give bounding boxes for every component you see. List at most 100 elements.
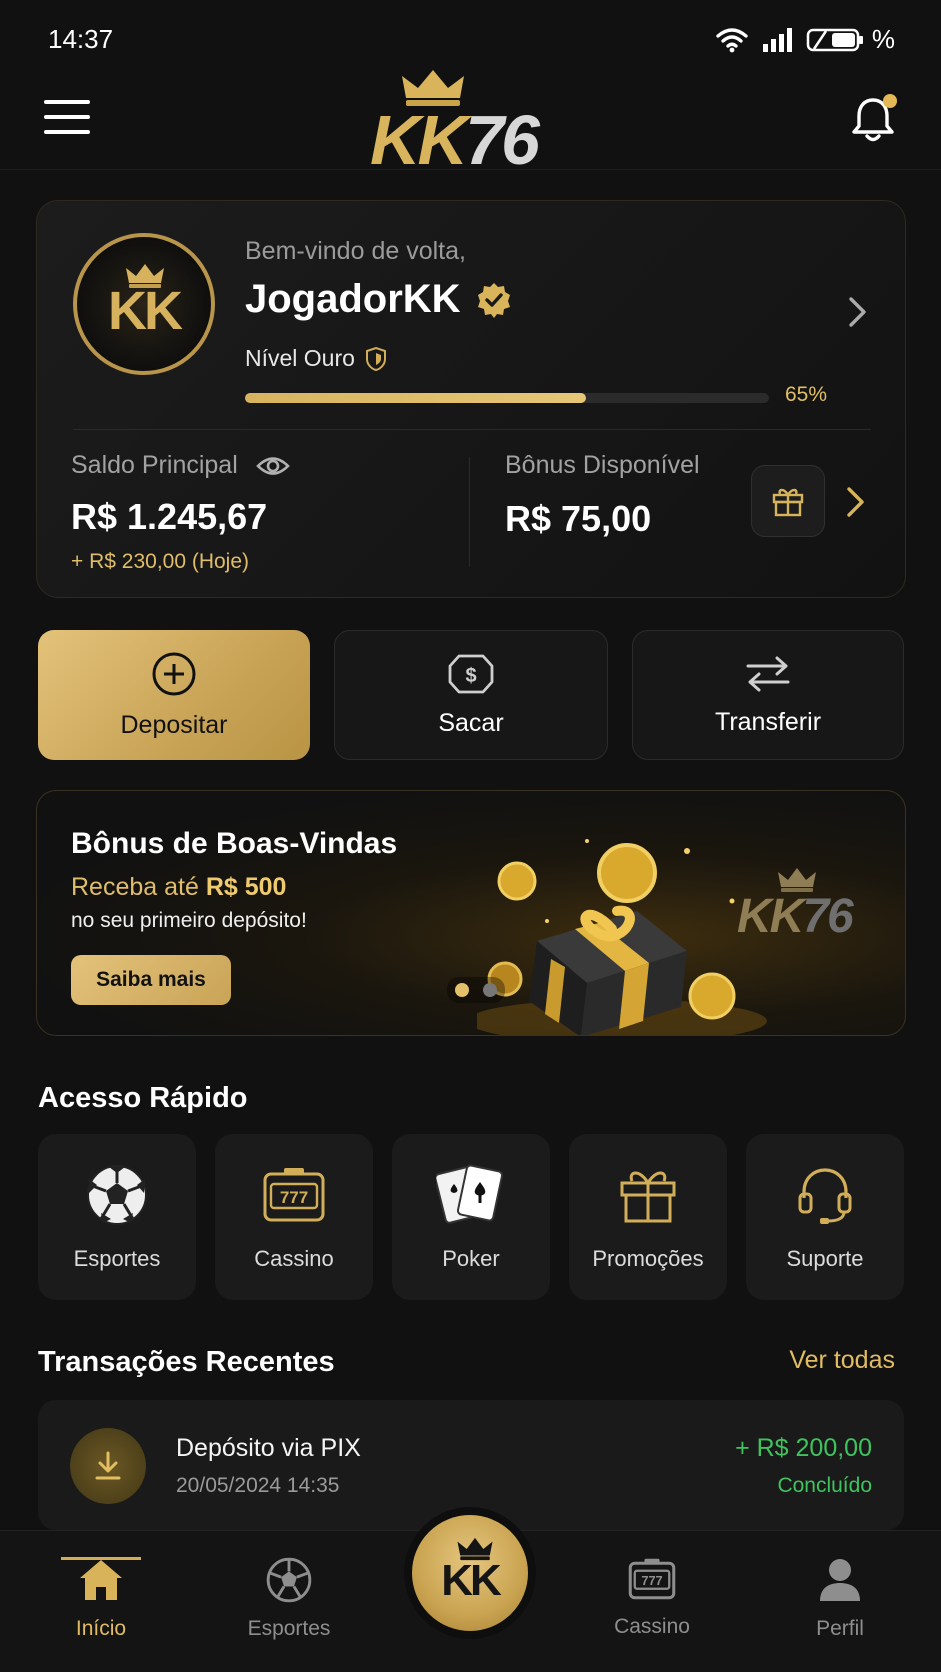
bonus-label: Bônus Disponível bbox=[505, 451, 700, 479]
logo-number: 76 bbox=[465, 101, 540, 179]
slot-machine-icon: 777 bbox=[263, 1168, 325, 1222]
nav-label: Esportes bbox=[247, 1617, 331, 1640]
wifi-icon bbox=[716, 27, 748, 52]
level-indicator: Nível Ouro bbox=[245, 345, 387, 372]
promo-banner[interactable]: Bônus de Boas-Vindas Receba até R$ 500 n… bbox=[36, 790, 906, 1036]
chevron-right-icon[interactable] bbox=[847, 295, 869, 329]
divider bbox=[73, 429, 871, 430]
quick-access-title: Acesso Rápido bbox=[38, 1082, 248, 1114]
menu-button[interactable] bbox=[44, 100, 90, 140]
welcome-text: Bem-vindo de volta, bbox=[245, 237, 466, 265]
plus-circle-icon bbox=[152, 652, 196, 695]
crown-icon bbox=[126, 264, 164, 288]
carousel-dot[interactable] bbox=[455, 983, 469, 997]
main-balance-label: Saldo Principal bbox=[71, 451, 290, 480]
nav-center-text: KK bbox=[441, 1556, 502, 1605]
main-balance: Saldo Principal R$ 1.245,67 + R$ 230,00 … bbox=[71, 451, 290, 574]
svg-text:777: 777 bbox=[280, 1188, 308, 1207]
promo-sub-prefix: Receba até bbox=[71, 873, 199, 901]
slot-machine-icon: 777 bbox=[628, 1558, 676, 1600]
app-header: KK76 bbox=[0, 70, 941, 179]
signal-icon bbox=[762, 27, 792, 52]
transfer-button[interactable]: Transferir bbox=[632, 630, 904, 760]
main-balance-label-text: Saldo Principal bbox=[71, 451, 238, 479]
menu-icon-line bbox=[44, 100, 90, 104]
user-icon bbox=[820, 1559, 860, 1601]
quick-item-label: Esportes bbox=[73, 1246, 161, 1271]
profile-card: KK Bem-vindo de volta, JogadorKK Nível O… bbox=[36, 200, 906, 598]
soccer-ball-icon bbox=[266, 1557, 312, 1603]
promo-sub-amount: R$ 500 bbox=[205, 873, 287, 901]
promo-description: no seu primeiro depósito! bbox=[71, 909, 307, 932]
promo-logo: KK76 bbox=[737, 889, 854, 944]
quick-access-grid: Esportes 777 Cassino Poker Promoções Sup… bbox=[38, 1134, 904, 1300]
deposit-label: Depositar bbox=[120, 710, 228, 739]
bottom-navigation: Início Esportes KK 777 Cassino Perfil bbox=[0, 1507, 941, 1672]
withdraw-button[interactable]: $ Sacar bbox=[334, 630, 608, 760]
nav-center-button[interactable]: KK bbox=[404, 1507, 536, 1639]
svg-text:777: 777 bbox=[641, 1573, 662, 1588]
progress-label: 65% bbox=[785, 383, 828, 406]
quick-item-casino[interactable]: 777 Cassino bbox=[215, 1134, 373, 1300]
nav-label: Início bbox=[75, 1617, 127, 1640]
shield-icon bbox=[365, 346, 386, 371]
promo-logo-number: 76 bbox=[802, 890, 853, 943]
see-all-link[interactable]: Ver todas bbox=[789, 1346, 895, 1375]
status-time: 14:37 bbox=[48, 24, 114, 54]
carousel-dot[interactable] bbox=[483, 983, 497, 997]
quick-item-label: Cassino bbox=[254, 1246, 334, 1271]
nav-casino[interactable]: 777 Cassino bbox=[582, 1557, 722, 1639]
logo-kk: KK bbox=[370, 101, 468, 179]
notification-dot bbox=[883, 94, 897, 108]
status-icons: % bbox=[716, 24, 895, 55]
quick-item-promotions[interactable]: Promoções bbox=[569, 1134, 727, 1300]
battery-icon bbox=[806, 28, 863, 51]
home-icon bbox=[80, 1560, 122, 1600]
withdraw-label: Sacar bbox=[438, 708, 504, 737]
quick-item-sports[interactable]: Esportes bbox=[38, 1134, 196, 1300]
quick-item-label: Promoções bbox=[592, 1246, 704, 1271]
learn-more-button[interactable]: Saiba mais bbox=[71, 955, 231, 1005]
transaction-status: Concluído bbox=[777, 1474, 872, 1497]
transfer-label: Transferir bbox=[714, 707, 822, 736]
quick-item-poker[interactable]: Poker bbox=[392, 1134, 550, 1300]
level-text: Nível Ouro bbox=[245, 345, 355, 371]
cash-icon: $ bbox=[448, 654, 494, 693]
avatar[interactable]: KK bbox=[73, 233, 215, 375]
verified-badge-icon bbox=[477, 282, 510, 318]
nav-label: Cassino bbox=[614, 1615, 690, 1638]
crown-icon bbox=[457, 1537, 493, 1561]
promo-title: Bônus de Boas-Vindas bbox=[71, 827, 398, 860]
playing-cards-icon bbox=[436, 1164, 504, 1224]
balance-today: + R$ 230,00 (Hoje) bbox=[71, 550, 250, 573]
gift-coins-illustration bbox=[477, 839, 767, 1035]
nav-profile[interactable]: Perfil bbox=[770, 1557, 910, 1641]
transfer-arrows-icon bbox=[746, 656, 790, 691]
level-progress-fill bbox=[245, 393, 586, 403]
deposit-button[interactable]: Depositar bbox=[38, 630, 310, 760]
level-progress-bar bbox=[245, 393, 769, 403]
soccer-ball-icon bbox=[87, 1165, 147, 1225]
app-logo[interactable]: KK76 bbox=[360, 70, 590, 179]
chevron-right-icon[interactable] bbox=[845, 485, 867, 519]
nav-sports[interactable]: Esportes bbox=[219, 1557, 359, 1641]
menu-icon-line bbox=[44, 115, 90, 119]
menu-icon-line bbox=[44, 130, 90, 134]
username-text: JogadorKK bbox=[245, 277, 461, 321]
transactions-title: Transações Recentes bbox=[38, 1346, 335, 1378]
headset-icon bbox=[798, 1168, 852, 1224]
status-bar: 14:37 % bbox=[0, 0, 941, 78]
bonus-gift-button[interactable] bbox=[751, 465, 825, 537]
bonus-balance: Bônus Disponível R$ 75,00 bbox=[505, 451, 700, 540]
notifications-button[interactable] bbox=[851, 94, 897, 144]
transaction-date: 20/05/2024 14:35 bbox=[176, 1474, 340, 1497]
active-indicator bbox=[61, 1557, 141, 1560]
eye-icon[interactable] bbox=[255, 455, 290, 477]
divider bbox=[469, 457, 470, 567]
username: JogadorKK bbox=[245, 277, 513, 322]
quick-item-support[interactable]: Suporte bbox=[746, 1134, 904, 1300]
nav-label: Perfil bbox=[816, 1617, 864, 1640]
promo-subtitle: Receba até R$ 500 bbox=[71, 873, 286, 902]
quick-item-label: Suporte bbox=[786, 1246, 864, 1271]
nav-home[interactable]: Início bbox=[31, 1557, 171, 1641]
